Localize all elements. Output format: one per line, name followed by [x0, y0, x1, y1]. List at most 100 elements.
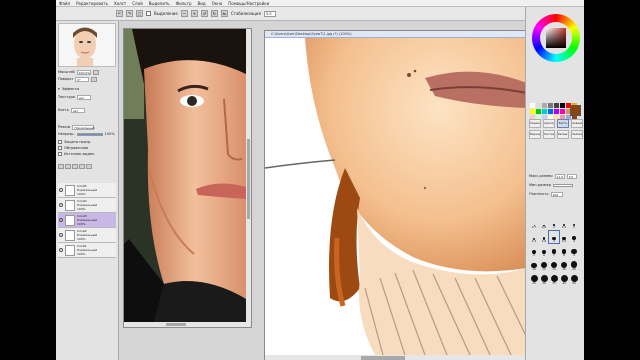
canvas-horizontal-scrollbar[interactable] — [265, 355, 527, 360]
brush-size-option[interactable]: 7 — [549, 245, 559, 257]
color-swatch[interactable] — [548, 103, 553, 108]
clip-checkbox[interactable] — [58, 146, 62, 150]
tool-button[interactable]: Маркер — [529, 130, 541, 139]
brush-size-option[interactable]: 3.5 — [559, 231, 569, 243]
color-swatch[interactable] — [530, 103, 535, 108]
navigator-preview[interactable] — [58, 23, 116, 67]
zoom-out-icon[interactable]: − — [180, 10, 188, 17]
layer-row[interactable]: Слой3 Нормальный 100% — [58, 213, 116, 228]
tool-button[interactable]: Акварель — [571, 119, 583, 128]
brush-size-option[interactable]: 1.5 — [559, 217, 569, 229]
stabilizer-select[interactable]: S-5 — [263, 10, 276, 17]
brush-size-option[interactable]: 1 — [549, 217, 559, 229]
brush-size-option[interactable]: 6 — [539, 245, 549, 257]
source-checkbox[interactable] — [58, 152, 62, 156]
eye-icon[interactable] — [59, 218, 63, 222]
rotate-field[interactable]: 0° — [75, 76, 90, 82]
menu-item[interactable]: Редактировать — [76, 1, 108, 6]
reference-vertical-thumb[interactable] — [247, 139, 250, 219]
menu-item[interactable]: Помощь/Настройки — [228, 1, 269, 6]
color-swatch[interactable] — [530, 109, 535, 114]
color-wheel[interactable] — [532, 14, 580, 62]
color-swatch[interactable] — [536, 109, 541, 114]
eye-icon[interactable] — [59, 233, 63, 237]
texture-select[interactable]: нет — [76, 94, 91, 100]
layer-row[interactable]: Слой1 Нормальный 100% — [58, 243, 116, 258]
brush-size-option[interactable]: 30 — [539, 273, 549, 285]
brush-size-option[interactable]: 8 — [559, 245, 569, 257]
tool-button[interactable]: Кисть — [557, 119, 569, 128]
reference-horizontal-thumb[interactable] — [166, 323, 186, 326]
canvas-title-bar[interactable]: C:\Users\User\Desktop\ЗуевТ\1.jpg (*) (1… — [265, 31, 527, 38]
brush-size-option[interactable]: 5 — [529, 245, 539, 257]
color-swatch[interactable] — [542, 103, 547, 108]
zoom-in-icon[interactable]: + — [190, 10, 198, 17]
brush-size-option[interactable]: 16 — [559, 259, 569, 271]
brush-size-option[interactable]: 2.3 — [529, 231, 539, 243]
saturation-value-square[interactable] — [546, 28, 566, 48]
menu-item[interactable]: Слой — [132, 1, 142, 6]
zoom-reset-button[interactable] — [92, 69, 99, 75]
brush-size-option[interactable]: 40 — [559, 273, 569, 285]
delete-layer-button[interactable] — [86, 163, 92, 169]
eye-icon[interactable] — [59, 188, 63, 192]
drawing-canvas[interactable] — [265, 38, 527, 355]
brush-size-option[interactable]: 20 — [569, 259, 579, 271]
rotate-reset-button[interactable] — [91, 76, 98, 82]
canvas-horizontal-thumb[interactable] — [361, 356, 405, 360]
tool-button[interactable]: Аэрограф — [543, 119, 555, 128]
current-color-swatch[interactable] — [570, 105, 581, 116]
zoom-field[interactable]: 100.0% — [76, 69, 91, 75]
brush-size-option[interactable]: 9 — [569, 245, 579, 257]
menu-item[interactable]: Выделить — [149, 1, 170, 6]
opacity-slider[interactable] — [76, 132, 103, 136]
eye-icon[interactable] — [59, 248, 63, 252]
menu-item[interactable]: Файл — [59, 1, 70, 6]
brush-size-option[interactable]: 0.8 — [539, 217, 549, 229]
brush-size-option[interactable]: 4 — [569, 231, 579, 243]
max-size-field[interactable]: x1.0 — [554, 173, 565, 179]
menu-item[interactable]: Вид — [197, 1, 205, 6]
brush-size-option[interactable]: 2.6 — [539, 231, 549, 243]
density-field[interactable]: 100 — [550, 191, 563, 197]
color-swatch[interactable] — [536, 103, 541, 108]
layer-row[interactable]: Слой2 Нормальный 100% — [58, 228, 116, 243]
rotate-right-icon[interactable]: ↻ — [210, 10, 218, 17]
menu-item[interactable]: Фильтр — [176, 1, 192, 6]
blend-mode-select[interactable]: Нормальный — [72, 124, 94, 130]
tool-button[interactable]: Заливка — [571, 130, 583, 139]
color-swatch[interactable] — [560, 109, 565, 114]
tool-button[interactable]: Размыт. — [557, 130, 569, 139]
redo-icon[interactable]: ↷ — [126, 10, 133, 17]
min-size-slider[interactable] — [552, 183, 573, 187]
color-swatch[interactable] — [542, 109, 547, 114]
brush-size-option[interactable]: 25 — [529, 273, 539, 285]
flip-icon[interactable]: ⇆ — [220, 10, 228, 17]
menu-item[interactable]: Окно — [212, 1, 223, 6]
selection-checkbox[interactable] — [146, 11, 151, 16]
brush-size-option[interactable]: 35 — [549, 273, 559, 285]
size-field[interactable]: 3.0 — [566, 173, 577, 179]
reference-horizontal-scrollbar[interactable] — [124, 322, 251, 327]
brush-size-option[interactable]: 3 — [548, 230, 560, 244]
brush-size-option[interactable]: 10 — [529, 259, 539, 271]
protect-checkbox[interactable] — [58, 140, 62, 144]
undo-icon[interactable]: ↶ — [116, 10, 123, 17]
effects-header[interactable]: ▾ Эффекты — [58, 86, 116, 92]
color-swatch[interactable] — [548, 109, 553, 114]
menu-item[interactable]: Холст — [114, 1, 126, 6]
rotate-left-icon[interactable]: ↺ — [200, 10, 208, 17]
color-swatch[interactable] — [554, 109, 559, 114]
brush-size-option[interactable]: 14 — [549, 259, 559, 271]
new-layer-button[interactable] — [58, 163, 64, 169]
new-folder-button[interactable] — [65, 163, 71, 169]
brush-size-option[interactable]: 50 — [569, 273, 579, 285]
eye-icon[interactable] — [59, 203, 63, 207]
brush-size-option[interactable]: 2 — [569, 217, 579, 229]
merge-layer-button[interactable] — [72, 163, 78, 169]
tool-button[interactable]: Ластик — [543, 130, 555, 139]
deselect-icon[interactable]: ▢ — [136, 10, 143, 17]
layer-row[interactable]: Слой4 Нормальный 100% — [58, 198, 116, 213]
clear-layer-button[interactable] — [79, 163, 85, 169]
reference-vertical-scrollbar[interactable] — [246, 29, 251, 327]
